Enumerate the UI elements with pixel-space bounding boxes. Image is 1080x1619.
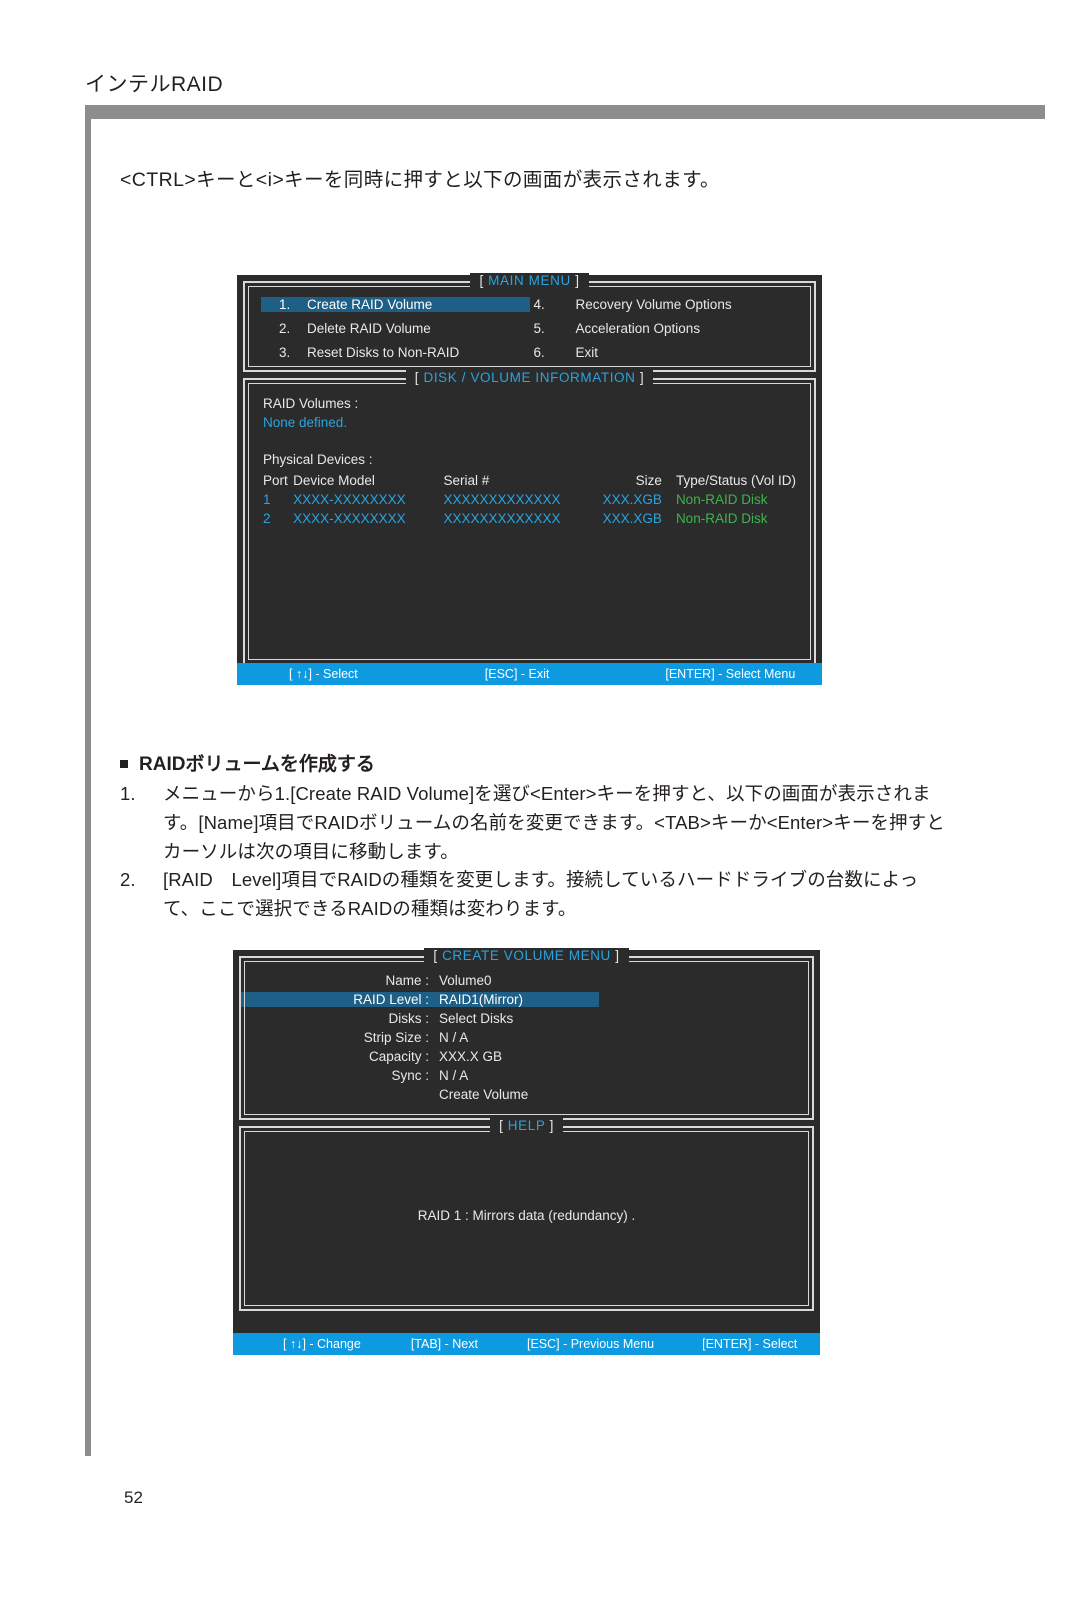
disk-volume-information-panel: [ DISK / VOLUME INFORMATION ] RAID Volum… <box>243 370 816 665</box>
step-number: 1. <box>120 783 136 804</box>
action-key-exit[interactable]: [ESC] - Exit <box>485 667 550 681</box>
physical-devices-label: Physical Devices : <box>263 452 373 467</box>
header-divider <box>85 105 1045 119</box>
help-panel: [ HELP ] RAID 1 : Mirrors data (redundan… <box>239 1118 814 1311</box>
column-header-status: Type/Status (Vol ID) <box>675 473 796 488</box>
table-row[interactable]: 1 XXXX-XXXXXXXX XXXXXXXXXXXXX XXX.XGB No… <box>263 490 796 509</box>
field-label-name: Name : <box>385 973 429 988</box>
field-row-create-volume[interactable]: Create Volume <box>241 1087 812 1102</box>
cell-serial: XXXXXXXXXXXXX <box>443 511 561 526</box>
menu-item-reset-disks-to-non-raid[interactable]: 3. Reset Disks to Non-RAID <box>261 345 530 360</box>
menu-item-delete-raid-volume[interactable]: 2. Delete RAID Volume <box>261 321 530 336</box>
main-menu-panel: [ MAIN MENU ] 1. Create RAID Volume 4. R… <box>243 273 816 372</box>
field-value-capacity: XXX.X GB <box>439 1049 503 1064</box>
square-bullet-icon <box>120 759 128 768</box>
menu-label: Create RAID Volume <box>307 297 433 312</box>
step-item-2: 2. [RAID Level]項目でRAIDの種類を変更します。接続しているハー… <box>120 865 950 923</box>
field-row-strip-size[interactable]: Strip Size : N / A <box>241 1030 812 1045</box>
field-value-disks: Select Disks <box>439 1011 514 1026</box>
field-value-name: Volume0 <box>439 973 492 988</box>
bios-main-menu-screen: [ MAIN MENU ] 1. Create RAID Volume 4. R… <box>237 273 822 685</box>
cell-status: Non-RAID Disk <box>675 511 768 526</box>
action-key-change[interactable]: [ ↑↓] - Change <box>283 1337 361 1351</box>
cell-serial: XXXXXXXXXXXXX <box>443 492 561 507</box>
help-description-text: RAID 1 : Mirrors data (redundancy) . <box>417 1208 636 1223</box>
menu-item-recovery-volume-options[interactable]: 4. Recovery Volume Options <box>530 297 799 312</box>
cell-status: Non-RAID Disk <box>675 492 768 507</box>
cell-size: XXX.XGB <box>602 511 662 526</box>
physical-devices-table: Port Device Model Serial # Size Type/Sta… <box>263 471 796 528</box>
menu-index: 3. <box>279 345 291 360</box>
column-header-serial: Serial # <box>443 473 490 488</box>
cell-port: 2 <box>263 511 271 526</box>
field-row-name[interactable]: Name : Volume0 <box>241 973 812 988</box>
step-item-1: 1. メニューから1.[Create RAID Volume]を選び<Enter… <box>120 779 950 866</box>
section-heading-text: RAIDボリュームを作成する <box>139 754 375 775</box>
cell-size: XXX.XGB <box>602 492 662 507</box>
disk-volume-body: RAID Volumes : None defined. Physical De… <box>245 380 814 538</box>
menu-index: 6. <box>533 345 545 360</box>
left-margin-rule <box>85 105 91 1456</box>
create-volume-panel: [ CREATE VOLUME MENU ] Name : Volume0 RA… <box>239 948 814 1120</box>
menu-item-exit[interactable]: 6. Exit <box>530 345 799 360</box>
raid-volumes-value: None defined. <box>263 415 348 430</box>
menu-index: 2. <box>279 321 291 336</box>
menu-label: Exit <box>575 345 599 360</box>
field-label-capacity: Capacity : <box>368 1049 429 1064</box>
menu-label: Reset Disks to Non-RAID <box>307 345 460 360</box>
field-row-capacity[interactable]: Capacity : XXX.X GB <box>241 1049 812 1064</box>
step-text: [RAID Level]項目でRAIDの種類を変更します。接続しているハードドラ… <box>163 869 919 919</box>
cell-model: XXXX-XXXXXXXX <box>293 492 406 507</box>
cell-port: 1 <box>263 492 271 507</box>
action-key-next[interactable]: [TAB] - Next <box>411 1337 478 1351</box>
action-key-select[interactable]: [ENTER] - Select <box>702 1337 797 1351</box>
cell-model: XXXX-XXXXXXXX <box>293 511 406 526</box>
field-label-sync: Sync : <box>391 1068 429 1083</box>
menu-item-create-raid-volume[interactable]: 1. Create RAID Volume <box>261 297 530 312</box>
bios-create-volume-screen: [ CREATE VOLUME MENU ] Name : Volume0 RA… <box>233 948 820 1355</box>
intro-paragraph: <CTRL>キーと<i>キーを同時に押すと以下の画面が表示されます。 <box>120 169 720 191</box>
column-header-port: Port <box>263 473 288 488</box>
table-header-row: Port Device Model Serial # Size Type/Sta… <box>263 471 796 490</box>
field-row-disks[interactable]: Disks : Select Disks <box>241 1011 812 1026</box>
menu-item-acceleration-options[interactable]: 5. Acceleration Options <box>530 321 799 336</box>
main-menu-list: 1. Create RAID Volume 4. Recovery Volume… <box>261 297 798 360</box>
menu-index: 5. <box>533 321 545 336</box>
menu-label: Recovery Volume Options <box>575 297 732 312</box>
column-header-model: Device Model <box>293 473 375 488</box>
create-volume-fields: Name : Volume0 RAID Level : RAID1(Mirror… <box>241 958 812 1118</box>
field-value-strip-size: N / A <box>439 1030 469 1045</box>
step-text: メニューから1.[Create RAID Volume]を選び<Enter>キー… <box>163 783 945 862</box>
action-key-select[interactable]: [ ↑↓] - Select <box>289 667 358 681</box>
help-body: RAID 1 : Mirrors data (redundancy) . <box>241 1128 812 1309</box>
step-number: 2. <box>120 869 136 890</box>
menu-label: Acceleration Options <box>575 321 701 336</box>
field-label-strip-size: Strip Size : <box>363 1030 429 1045</box>
field-row-raid-level[interactable]: RAID Level : RAID1(Mirror) <box>241 992 812 1007</box>
raid-volumes-label: RAID Volumes : <box>263 396 359 411</box>
action-key-select-menu[interactable]: [ENTER] - Select Menu <box>665 667 795 681</box>
menu-label: Delete RAID Volume <box>307 321 431 336</box>
page-number: 52 <box>124 1488 143 1507</box>
create-volume-button[interactable]: Create Volume <box>439 1087 599 1102</box>
field-label-create-volume <box>241 1087 439 1102</box>
menu-index: 4. <box>533 297 545 312</box>
menu-index: 1. <box>279 297 291 312</box>
main-menu-action-bar: [ ↑↓] - Select [ESC] - Exit [ENTER] - Se… <box>237 663 822 685</box>
field-label-raid-level: RAID Level : <box>241 992 439 1007</box>
main-menu-body: 1. Create RAID Volume 4. Recovery Volume… <box>245 283 814 370</box>
field-value-sync: N / A <box>439 1068 469 1083</box>
field-value-raid-level: RAID1(Mirror) <box>439 992 599 1007</box>
table-row[interactable]: 2 XXXX-XXXXXXXX XXXXXXXXXXXXX XXX.XGB No… <box>263 509 796 528</box>
field-row-sync[interactable]: Sync : N / A <box>241 1068 812 1083</box>
create-volume-action-bar: [ ↑↓] - Change [TAB] - Next [ESC] - Prev… <box>233 1333 820 1355</box>
action-key-previous-menu[interactable]: [ESC] - Previous Menu <box>527 1337 654 1351</box>
field-label-disks: Disks : <box>388 1011 430 1026</box>
page-title: インテルRAID <box>85 73 224 96</box>
section-heading: RAIDボリュームを作成する <box>120 749 375 776</box>
column-header-size: Size <box>635 473 662 488</box>
